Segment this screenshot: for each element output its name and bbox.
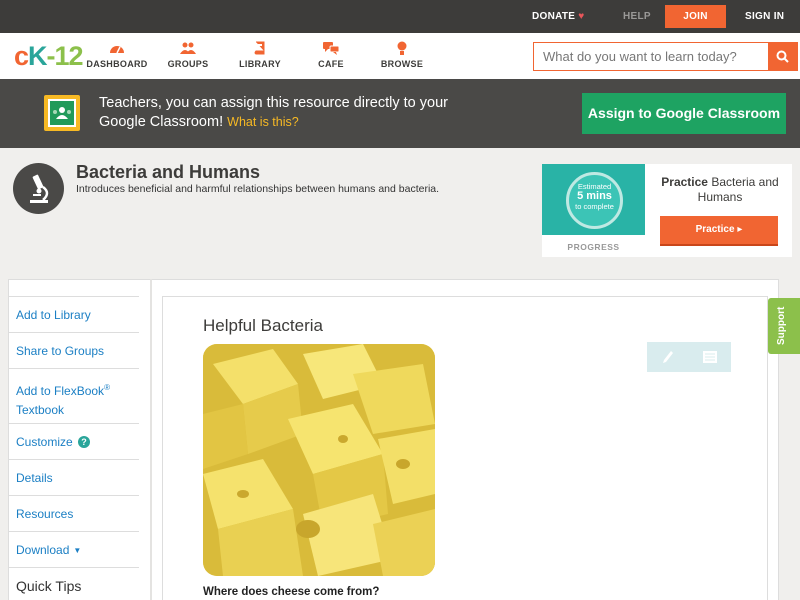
- microscope-icon: [13, 163, 64, 214]
- practice-card: Estimated 5 mins to complete PROGRESS Pr…: [542, 164, 792, 257]
- sidebar-item-details[interactable]: Details: [8, 459, 139, 495]
- heart-icon: ♥: [578, 11, 585, 22]
- assign-google-classroom-button[interactable]: Assign to Google Classroom: [582, 93, 786, 134]
- nav-groups-label: GROUPS: [167, 59, 209, 69]
- quick-tips-label: Quick Tips: [16, 578, 82, 594]
- progress-label: PROGRESS: [567, 242, 620, 252]
- sidebar-item-label: Details: [16, 471, 53, 485]
- content-area: Helpful Bacteria Where does cheese come …: [162, 296, 768, 600]
- content-tools: [647, 342, 731, 372]
- pencil-icon[interactable]: [647, 342, 689, 372]
- concept-subtitle: Introduces beneficial and harmful relati…: [76, 183, 440, 195]
- content-question: Where does cheese come from?: [203, 586, 380, 598]
- panel-divider: [150, 279, 152, 600]
- nav-groups[interactable]: GROUPS: [153, 39, 223, 69]
- google-classroom-banner: Teachers, you can assign this resource d…: [0, 79, 800, 148]
- cafe-icon: [296, 39, 366, 57]
- search-box: [533, 42, 798, 71]
- logo-c: c: [14, 41, 29, 71]
- practice-title: Practice Bacteria and Humans: [654, 175, 786, 205]
- nav-cafe-label: CAFE: [318, 59, 344, 69]
- nav-cafe[interactable]: CAFE: [296, 39, 366, 69]
- classroom-message: Teachers, you can assign this resource d…: [99, 94, 479, 132]
- sidebar-item-label: Customize: [16, 435, 73, 449]
- top-utility-bar: DONATE ♥ HELP JOIN SIGN IN: [0, 0, 800, 33]
- sidebar-item-download[interactable]: Download ▼: [8, 531, 139, 567]
- nav-browse-label: BROWSE: [380, 59, 424, 69]
- nav-library[interactable]: LIBRARY: [225, 39, 295, 69]
- sidebar-item-label: Share to Groups: [16, 344, 105, 358]
- chevron-right-icon: ▸: [737, 224, 743, 235]
- logo-k: K: [28, 41, 47, 71]
- ck12-logo[interactable]: cK-12: [14, 41, 84, 71]
- help-link[interactable]: HELP: [623, 0, 651, 33]
- join-button[interactable]: JOIN: [665, 5, 726, 28]
- practice-button[interactable]: Practice ▸: [660, 216, 778, 244]
- browse-icon: [367, 39, 437, 57]
- concept-title: Bacteria and Humans: [76, 162, 261, 182]
- sidebar-item-label: Add to FlexBook: [16, 384, 105, 398]
- estimated-mins: 5 mins: [577, 190, 612, 202]
- support-label: Support: [776, 306, 787, 345]
- practice-button-label: Practice: [695, 224, 735, 235]
- dashboard-icon: [82, 39, 152, 57]
- sidebar-item-label: Download: [16, 543, 70, 557]
- sidebar-item-label: Add to Library: [16, 308, 91, 322]
- search-button[interactable]: [768, 43, 797, 70]
- estimate-text: Estimated 5 mins to complete: [566, 182, 623, 211]
- sidebar: Add to Library Share to Groups Add to Fl…: [8, 296, 139, 600]
- google-classroom-icon: [44, 95, 80, 131]
- sidebar-item-share-to-groups[interactable]: Share to Groups: [8, 332, 139, 368]
- sign-in-link[interactable]: SIGN IN: [745, 0, 784, 33]
- registered-mark: ®: [104, 383, 110, 392]
- sidebar-item-add-to-flexbook[interactable]: Add to FlexBook® Textbook: [8, 368, 139, 423]
- notes-icon[interactable]: [689, 342, 731, 372]
- nav-library-label: LIBRARY: [239, 59, 281, 69]
- search-input[interactable]: [534, 43, 769, 70]
- section-heading: Helpful Bacteria: [203, 316, 324, 335]
- sidebar-item-resources[interactable]: Resources: [8, 495, 139, 531]
- caret-down-icon: ▼: [73, 546, 82, 555]
- donate-label: DONATE: [532, 11, 576, 22]
- cheese-cubes-image: [203, 344, 435, 576]
- progress-badge: Estimated 5 mins to complete: [542, 164, 645, 235]
- nav-dashboard-label: DASHBOARD: [86, 59, 148, 69]
- sidebar-item-add-to-library[interactable]: Add to Library: [8, 296, 139, 332]
- quick-tips-heading[interactable]: Quick Tips: [8, 567, 139, 600]
- sidebar-item-label-line2: Textbook: [16, 403, 65, 417]
- practice-title-rest: Bacteria and Humans: [697, 175, 779, 204]
- what-is-this-link[interactable]: What is this?: [227, 115, 299, 129]
- to-complete-label: to complete: [575, 202, 614, 211]
- help-question-icon[interactable]: ?: [78, 436, 91, 448]
- sidebar-item-label: Resources: [16, 507, 74, 521]
- nav-dashboard[interactable]: DASHBOARD: [82, 39, 152, 69]
- sidebar-item-customize[interactable]: Customize ?: [8, 423, 139, 459]
- support-tab[interactable]: Support: [768, 298, 800, 354]
- search-icon: [776, 50, 789, 63]
- library-icon: [225, 39, 295, 57]
- groups-icon: [153, 39, 223, 57]
- logo-number: -12: [46, 41, 84, 71]
- nav-browse[interactable]: BROWSE: [367, 39, 437, 69]
- donate-link[interactable]: DONATE ♥: [532, 0, 585, 33]
- practice-title-bold: Practice: [661, 175, 708, 189]
